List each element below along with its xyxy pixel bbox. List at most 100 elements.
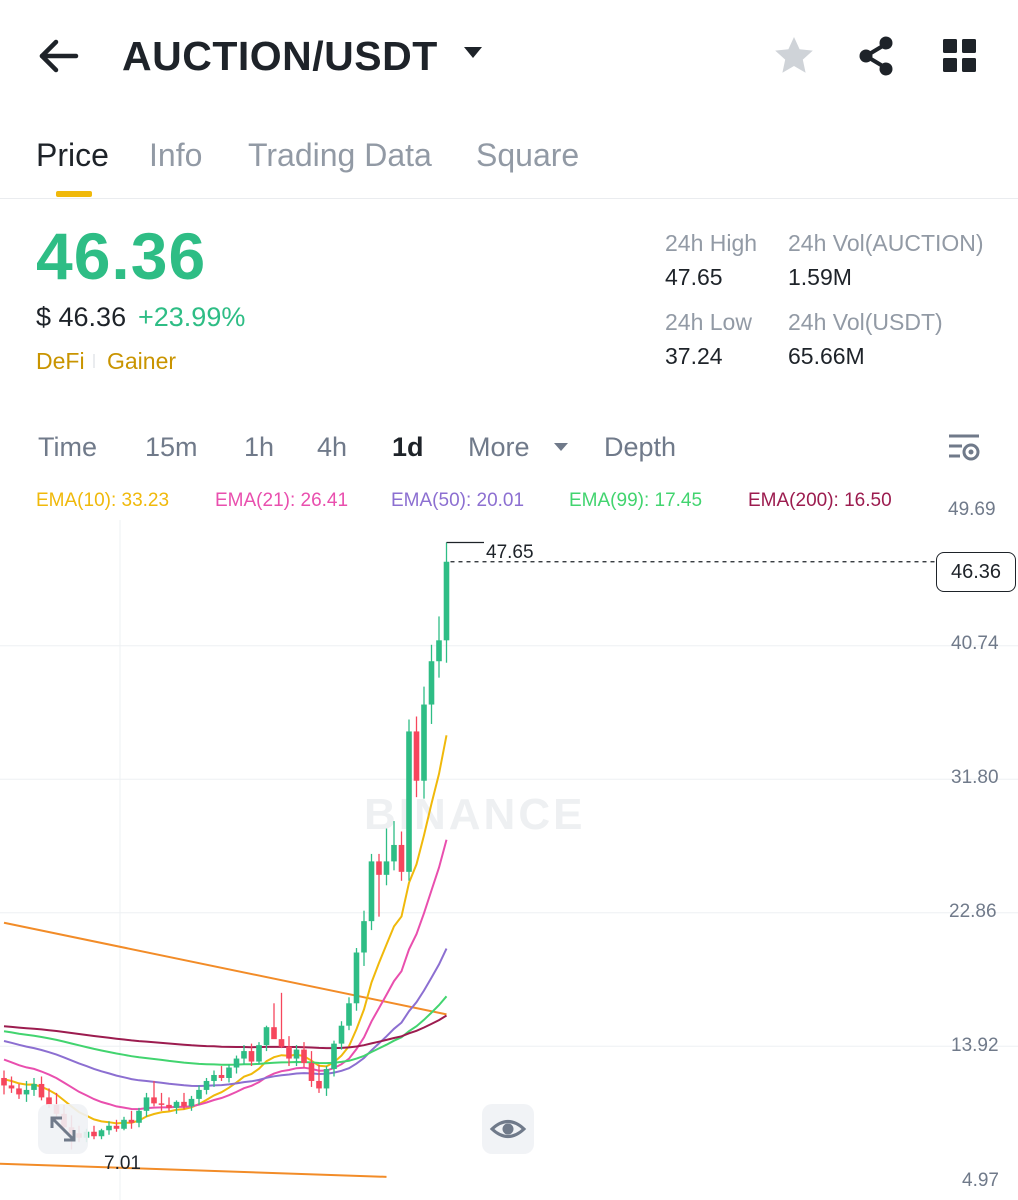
candle-body xyxy=(218,1074,225,1078)
main-tabs: Price Info Trading Data Square xyxy=(0,125,1018,199)
tag-gainer[interactable]: Gainer xyxy=(107,348,176,375)
y-tick-label: 13.92 xyxy=(951,1035,999,1056)
tab-price[interactable]: Price xyxy=(36,137,109,174)
interval-time[interactable]: Time xyxy=(38,432,97,463)
share-icon xyxy=(859,36,893,76)
high-price-label: 47.65 xyxy=(486,542,534,563)
candle-body xyxy=(338,1025,345,1044)
candle-body xyxy=(211,1074,217,1081)
candle-body xyxy=(413,731,420,781)
favorite-button[interactable] xyxy=(772,34,816,78)
candle-body xyxy=(428,661,435,705)
candle-body xyxy=(98,1130,105,1137)
tab-square[interactable]: Square xyxy=(476,137,579,174)
grid-icon xyxy=(943,39,976,72)
y-tick-label: 49.69 xyxy=(948,499,996,520)
candle-body xyxy=(166,1104,172,1108)
trendline-lower xyxy=(0,1162,387,1178)
expand-icon xyxy=(50,1116,76,1142)
candle-body xyxy=(256,1045,262,1062)
candle-body xyxy=(128,1119,135,1123)
candle-body xyxy=(368,861,375,922)
pair-dropdown-button[interactable] xyxy=(462,44,484,62)
chart-settings-button[interactable] xyxy=(946,432,982,464)
y-tick-label: 40.74 xyxy=(951,633,999,654)
candlestick-chart[interactable] xyxy=(0,480,1018,1200)
candle-body xyxy=(391,844,397,862)
candle-body xyxy=(241,1051,247,1059)
y-tick-label: 22.86 xyxy=(949,901,997,922)
candle-body xyxy=(421,704,427,781)
stat-vol-quote-label: 24h Vol(USDT) xyxy=(788,309,943,335)
candle-body xyxy=(136,1110,142,1123)
candle-body xyxy=(278,1039,285,1047)
chart-ema-lines xyxy=(3,735,448,1125)
tag-divider xyxy=(93,354,95,368)
candle-body xyxy=(121,1119,127,1129)
active-tab-indicator xyxy=(56,191,92,197)
candle-body xyxy=(226,1067,232,1078)
tag-defi[interactable]: DeFi xyxy=(36,348,85,375)
candle-body xyxy=(286,1046,292,1059)
candle-body xyxy=(308,1063,315,1081)
tab-info[interactable]: Info xyxy=(149,137,202,174)
candle-body xyxy=(173,1101,180,1108)
candle-body xyxy=(361,921,367,953)
eye-icon xyxy=(489,1120,527,1138)
last-price: 46.36 xyxy=(36,219,207,293)
candle-body xyxy=(436,640,442,662)
y-tick-label: 31.80 xyxy=(951,767,999,788)
toggle-visibility-button[interactable] xyxy=(482,1104,534,1154)
stat-vol-base-label: 24h Vol(AUCTION) xyxy=(788,230,984,256)
interval-4h[interactable]: 4h xyxy=(317,432,347,463)
back-button[interactable] xyxy=(36,34,84,78)
interval-1d[interactable]: 1d xyxy=(392,432,424,463)
candle-body xyxy=(271,1027,277,1040)
stat-low-label: 24h Low xyxy=(665,309,752,335)
candle-body xyxy=(181,1101,187,1107)
expand-chart-button[interactable] xyxy=(38,1104,88,1154)
candle-body xyxy=(16,1088,22,1095)
y-tick-label: 4.97 xyxy=(962,1170,999,1191)
candle-body xyxy=(143,1097,150,1111)
candle-body xyxy=(151,1097,157,1104)
candle-body xyxy=(316,1080,322,1089)
price-usd: $ 46.36 xyxy=(36,302,127,332)
candle-body xyxy=(443,561,450,641)
pair-title[interactable]: AUCTION/USDT xyxy=(122,33,438,80)
candle-body xyxy=(196,1089,202,1099)
candle-body xyxy=(293,1049,300,1059)
stat-low-value: 37.24 xyxy=(665,343,723,369)
candle-body xyxy=(301,1049,307,1064)
candle-body xyxy=(323,1069,330,1089)
candle-body xyxy=(113,1125,120,1129)
last-price-marker[interactable]: 46.36 xyxy=(936,552,1016,592)
candle-body xyxy=(8,1085,15,1089)
caret-down-icon xyxy=(554,443,568,451)
interval-more[interactable]: More xyxy=(468,432,530,463)
candle-body xyxy=(346,1003,352,1026)
stat-vol-quote-value: 65.66M xyxy=(788,343,865,369)
apps-grid-button[interactable] xyxy=(938,34,982,78)
ema-21-line xyxy=(3,839,448,1111)
candle-body xyxy=(203,1080,210,1090)
candle-body xyxy=(188,1098,195,1107)
candle-body xyxy=(23,1089,30,1095)
interval-1h[interactable]: 1h xyxy=(244,432,274,463)
caret-down-icon xyxy=(464,47,482,58)
share-button[interactable] xyxy=(854,34,898,78)
candle-body xyxy=(406,731,412,872)
candle-body xyxy=(398,844,405,872)
star-icon xyxy=(775,37,813,73)
candle-body xyxy=(31,1083,37,1090)
candle-body xyxy=(248,1051,255,1062)
interval-15m[interactable]: 15m xyxy=(145,432,198,463)
candle-body xyxy=(91,1131,97,1137)
candle-body xyxy=(1,1077,7,1086)
candle-body xyxy=(331,1043,337,1070)
interval-depth[interactable]: Depth xyxy=(604,432,676,463)
more-dropdown-caret[interactable] xyxy=(552,440,570,454)
trendline-upper xyxy=(3,921,447,1016)
low-price-label: 7.01 xyxy=(104,1153,141,1174)
tab-trading-data[interactable]: Trading Data xyxy=(248,137,432,174)
